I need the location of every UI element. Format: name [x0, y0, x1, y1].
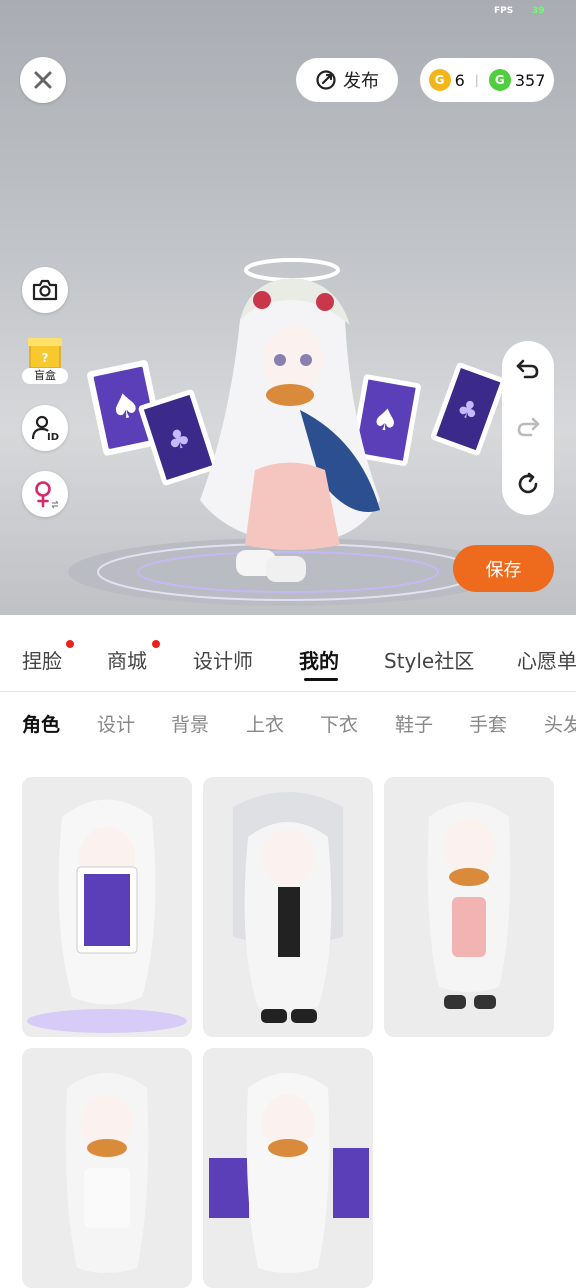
tab-shop-notification-dot [152, 640, 160, 648]
redo-icon [517, 417, 540, 437]
tab-mine-indicator [304, 678, 338, 681]
character-card[interactable] [22, 1048, 192, 1288]
user-id-icon: ID [31, 415, 59, 442]
publish-label: 发布 [343, 71, 379, 92]
undo-icon [516, 359, 539, 379]
gold-coin-icon: G [428, 69, 451, 91]
main-tab-bar: 捏脸 商城 设计师 我的 Style社区 心愿单 [0, 615, 576, 692]
tab-face-notification-dot [66, 640, 74, 648]
sub-tab-bar: 角色 设计 背景 上衣 下衣 鞋子 手套 头发 [0, 692, 576, 757]
currency-balance[interactable]: G 6 | G 357 [420, 58, 554, 102]
svg-text:ID: ID [47, 432, 59, 442]
undo-button[interactable] [515, 355, 541, 385]
character-card[interactable] [384, 777, 554, 1037]
subtab-design[interactable]: 设计 [97, 710, 135, 737]
avatar-scene[interactable]: FPS 39 ♠ ♣ ♠ ♣ 发布 G 6 | G 357 ? 盲盒 ID 保存 [0, 0, 576, 615]
reset-button[interactable] [515, 471, 541, 501]
publish-icon [316, 70, 336, 90]
gender-switch-button[interactable] [22, 471, 68, 517]
history-controls [502, 341, 554, 515]
character-thumbnail [233, 792, 343, 1023]
playing-card-far-right: ♣ [431, 362, 506, 456]
green-coin-count: 357 [514, 70, 546, 90]
tab-mine[interactable]: 我的 [299, 645, 339, 674]
svg-text:?: ? [42, 351, 49, 365]
character-card[interactable] [22, 777, 192, 1037]
close-icon [34, 71, 52, 89]
subtab-character[interactable]: 角色 [22, 710, 60, 737]
character-thumbnail [427, 802, 511, 1009]
female-gender-icon [35, 481, 59, 509]
character-card[interactable] [203, 777, 373, 1037]
camera-icon [32, 279, 58, 301]
subtab-hair[interactable]: 头发 [544, 710, 576, 737]
redo-button[interactable] [515, 413, 541, 443]
tab-style-community[interactable]: Style社区 [384, 645, 474, 674]
character-thumbnail [209, 1073, 369, 1273]
subtab-top[interactable]: 上衣 [246, 710, 284, 737]
character-thumbnail [65, 1073, 149, 1273]
close-button[interactable] [20, 57, 66, 103]
subtab-shoes[interactable]: 鞋子 [395, 710, 433, 737]
avatar-id-button[interactable]: ID [22, 405, 68, 451]
playing-card-left-2: ♣ [138, 389, 218, 486]
character-grid [0, 756, 576, 1288]
character-thumbnail [27, 799, 187, 1033]
green-coin-icon: G [488, 69, 511, 91]
refresh-icon [518, 472, 538, 494]
tab-wishlist[interactable]: 心愿单 [517, 645, 576, 674]
subtab-background[interactable]: 背景 [171, 710, 209, 737]
tab-face[interactable]: 捏脸 [22, 645, 62, 674]
currency-divider: | [474, 73, 479, 87]
gold-coin-count: 6 [454, 70, 465, 90]
subtab-bottom[interactable]: 下衣 [320, 710, 358, 737]
camera-button[interactable] [22, 267, 68, 313]
subtab-gloves[interactable]: 手套 [469, 710, 507, 737]
save-button[interactable]: 保存 [453, 545, 554, 592]
tab-shop[interactable]: 商城 [107, 645, 147, 674]
tab-designer[interactable]: 设计师 [193, 645, 253, 674]
publish-button[interactable]: 发布 [296, 58, 398, 102]
blind-box-label: 盲盒 [22, 368, 68, 384]
blind-box-icon: ? [28, 338, 62, 369]
character-card[interactable] [203, 1048, 373, 1288]
